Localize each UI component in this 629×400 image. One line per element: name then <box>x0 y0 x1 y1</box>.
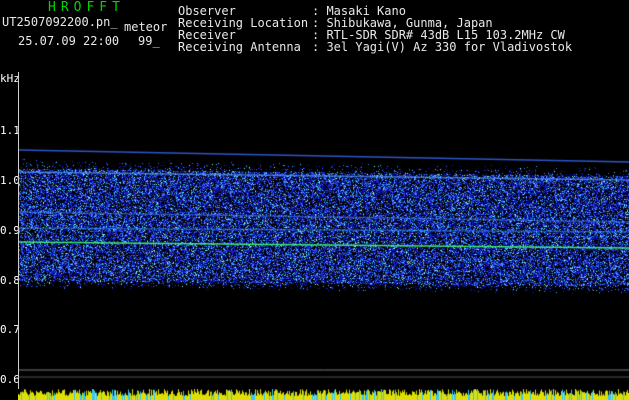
y-tick-label: 1.1 <box>0 124 20 137</box>
y-tick-label: 0.6 <box>0 373 20 386</box>
spectrogram-canvas[interactable] <box>19 72 629 389</box>
spectrogram-panel[interactable] <box>18 72 629 389</box>
y-tick-label: 0.9 <box>0 224 20 237</box>
axis-unit-label: kHz <box>0 72 20 85</box>
y-tick-label: 1.0 <box>0 174 20 187</box>
y-tick-label: 0.7 <box>0 323 20 336</box>
y-tick-label: 0.8 <box>0 274 20 287</box>
meteor-count: 99_ <box>138 34 160 48</box>
meteor-label: meteor <box>124 20 168 34</box>
info-row-antenna: Receiving Antenna : 3el Yagi(V) Az 330 fo… <box>178 41 572 53</box>
info-value: : 3el Yagi(V) Az 330 for Vladivostok <box>312 40 573 54</box>
file-name: UT2507092200.pn_ <box>2 15 118 29</box>
app-title: HROFFT <box>48 0 125 15</box>
capture-date: 25.07.09 22:00 <box>18 34 120 48</box>
amplitude-bar <box>18 389 629 400</box>
info-key: Receiving Antenna <box>178 40 301 54</box>
